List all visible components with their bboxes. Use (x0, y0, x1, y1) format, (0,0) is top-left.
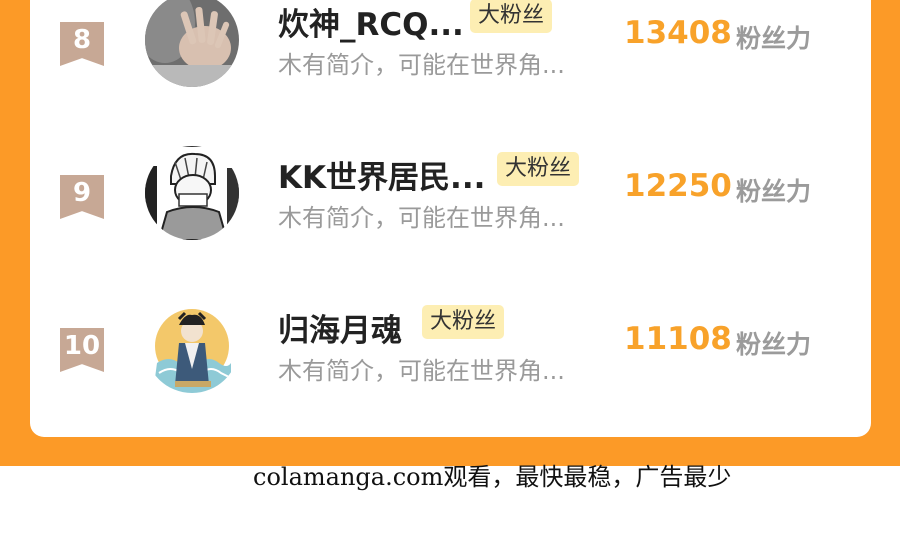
fan-power-label: 粉丝力 (736, 330, 812, 359)
user-name[interactable]: 炊神_RCQ... (278, 0, 464, 44)
rank-tag: 8 (60, 22, 104, 66)
avatar[interactable] (145, 146, 239, 240)
fan-level-badge: 大粉丝 (470, 0, 553, 33)
fan-ranking-card: 8 炊神_RCQ... 大粉丝 木有简介，可能在世界角... 13408 粉丝力… (30, 0, 871, 437)
fan-level-badge: 大粉丝 (422, 305, 505, 339)
ranking-row[interactable]: 8 炊神_RCQ... 大粉丝 木有简介，可能在世界角... 13408 粉丝力 (30, 0, 871, 117)
ranking-row[interactable]: 10 归海月魂 大粉丝 木有简介，可能在世界角... 11108 粉丝力 (30, 299, 871, 423)
user-name[interactable]: KK世界居民... (278, 152, 485, 197)
fan-power-label: 粉丝力 (736, 24, 812, 53)
fan-power-label: 粉丝力 (736, 177, 812, 206)
fan-power-score: 12250 (624, 168, 732, 204)
fan-power-score: 13408 (624, 15, 732, 51)
user-bio: 木有简介，可能在世界角... (278, 51, 565, 79)
user-name[interactable]: 归海月魂 (278, 305, 402, 350)
fan-power-score: 11108 (624, 321, 732, 357)
fan-level-badge: 大粉丝 (497, 152, 580, 186)
user-bio: 木有简介，可能在世界角... (278, 204, 565, 232)
avatar[interactable] (145, 299, 239, 393)
rank-tag: 10 (60, 328, 104, 372)
rank-tag: 9 (60, 175, 104, 219)
user-bio: 木有简介，可能在世界角... (278, 357, 565, 385)
avatar[interactable] (145, 0, 239, 87)
site-watermark: colamanga.com观看，最快最稳，广告最少 (253, 463, 732, 491)
ranking-row[interactable]: 9 KK世界居民... 大粉丝 木有简介，可能在世界角... 12250 粉丝力 (30, 146, 871, 270)
